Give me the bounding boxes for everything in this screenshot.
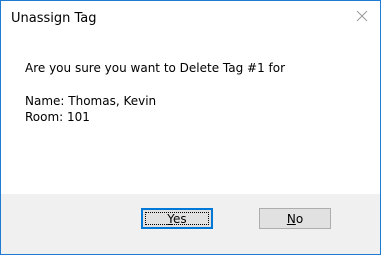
button-bar: Yes No xyxy=(1,194,380,254)
no-button[interactable]: No xyxy=(259,208,331,229)
no-button-label: No xyxy=(286,211,304,226)
unassign-tag-dialog: Unassign Tag Are you sure you want to De… xyxy=(0,0,381,255)
room-line: Room: 101 xyxy=(25,110,90,124)
close-icon xyxy=(356,10,368,22)
close-button[interactable] xyxy=(346,1,378,31)
name-line: Name: Thomas, Kevin xyxy=(25,94,157,108)
title-bar: Unassign Tag xyxy=(1,1,380,33)
yes-button[interactable]: Yes xyxy=(141,208,213,229)
confirm-question: Are you sure you want to Delete Tag #1 f… xyxy=(25,61,286,75)
dialog-title: Unassign Tag xyxy=(11,11,97,26)
yes-button-label: Yes xyxy=(167,211,187,226)
